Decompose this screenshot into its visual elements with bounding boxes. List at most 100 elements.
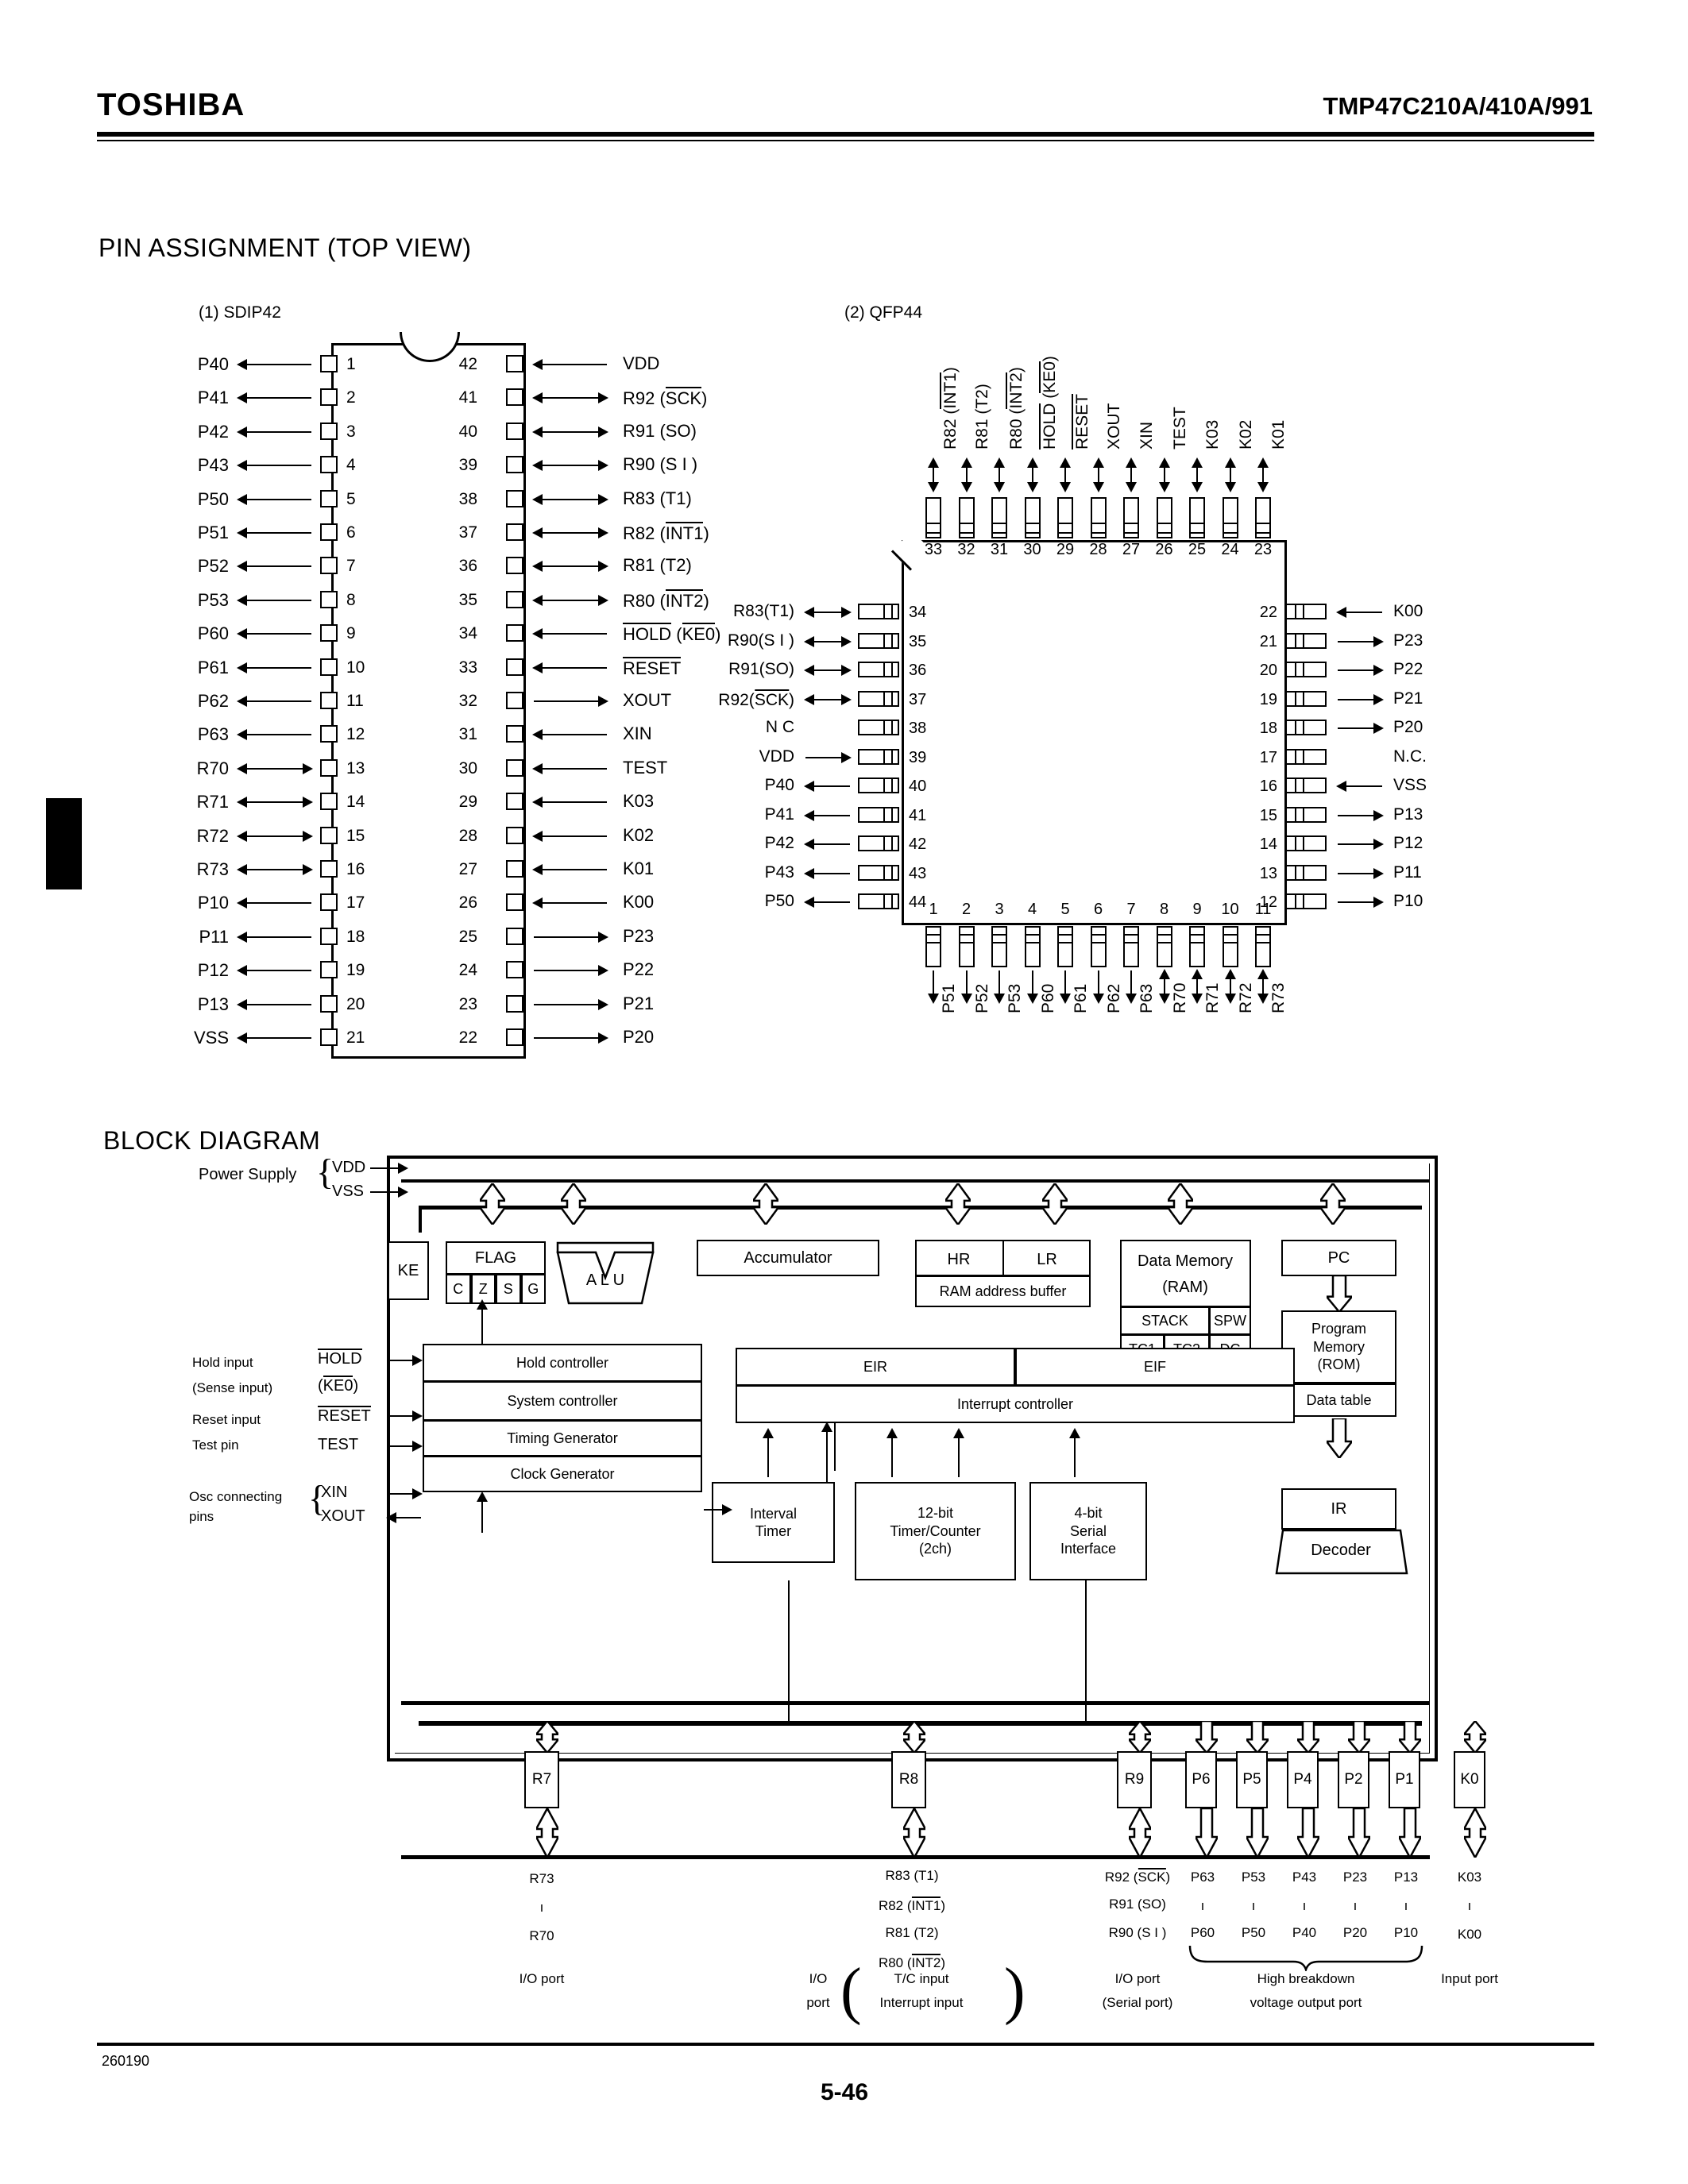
- pin-group-caption-k0: Input port: [1441, 1971, 1498, 1986]
- sdip-right-arrow-30: [534, 767, 607, 770]
- overline-text: INT2: [665, 588, 704, 611]
- sdip-left-arrow-4: [238, 465, 311, 467]
- sdip-pin-right-42: [506, 355, 523, 372]
- port-box-R9: R9: [1117, 1751, 1152, 1808]
- power-supply-brace: {: [316, 1152, 334, 1192]
- sdip-right-arrow-37: [534, 532, 607, 534]
- sdip-left-arrow-9-head-left: [237, 628, 247, 640]
- qfp-pin-number: 42: [909, 835, 927, 853]
- qfp-pin-left-36: [858, 662, 899, 677]
- qfp-pin-label-left-39: VDD: [759, 747, 794, 766]
- sdip-pin-number: 22: [458, 1028, 477, 1047]
- sdip-pin-left-1: [320, 355, 338, 372]
- pin-group-label-k0-1: ı: [1467, 1898, 1472, 1913]
- qfp-pin-top-28: [1090, 497, 1107, 538]
- sdip-left-arrow-13-head-left: [237, 762, 247, 774]
- sdip-left-arrow-6-head-left: [237, 527, 247, 538]
- pin-group-label-hb-dash-4: ı: [1404, 1898, 1408, 1913]
- qfp-top-arrow-27-head-down: [1126, 482, 1137, 492]
- sdip-left-arrow-2: [238, 397, 311, 399]
- sdip-right-arrow-30-head-left: [532, 762, 543, 774]
- qfp-bottom-arrow-7-head-down: [1126, 994, 1137, 1004]
- sdip-left-arrow-20-head-left: [237, 998, 247, 1010]
- margin-mark: [46, 798, 82, 889]
- qfp-left-arrow-36-head-right: [841, 665, 852, 676]
- block-program-memory: Program Memory (ROM): [1281, 1310, 1396, 1383]
- qfp-pin-number: 27: [1122, 541, 1141, 558]
- pin-group-label-r8-1: R82 (INT1): [878, 1897, 946, 1913]
- sdip-right-arrow-35-head-right: [598, 594, 608, 606]
- pin-assignment-heading: PIN ASSIGNMENT (TOP VIEW): [98, 233, 472, 262]
- qfp-pin-left-43: [858, 864, 899, 881]
- sdip-left-arrow-3-head-left: [237, 426, 247, 438]
- port-arrow-top-R8: [903, 1721, 925, 1753]
- qfp-pin-label-left-44: P50: [764, 892, 794, 910]
- port-arrow-top-R7: [536, 1721, 558, 1753]
- sdip-pin-label-30: TEST: [623, 757, 668, 778]
- it-int-arrow-head-up: [763, 1428, 774, 1438]
- flag-bit-S: S: [496, 1274, 521, 1304]
- sdip-right-arrow-42: [534, 364, 607, 365]
- qfp-pin-right-18: [1285, 720, 1327, 735]
- sdip-pin-right-27: [506, 860, 523, 878]
- top-bus-2-left: [419, 1206, 422, 1233]
- qfp-pin-label-top-26: TEST: [1170, 407, 1189, 450]
- datatable-to-ir-arrow: [1327, 1418, 1352, 1458]
- block-accumulator: Accumulator: [697, 1240, 879, 1276]
- sdip-pin-number: 16: [346, 860, 365, 878]
- qfp-pin-number: 31: [990, 541, 1009, 558]
- block-flag: FLAG: [446, 1241, 546, 1275]
- qfp-bottom-arrow-5-head-down: [1060, 994, 1071, 1004]
- sdip-pin-number: 39: [458, 456, 477, 475]
- qfp-top-arrow-30-head-up: [1026, 457, 1038, 468]
- qfp-pin-label-top-31: R80 (INT2): [1006, 367, 1026, 450]
- sdip-right-arrow-41-head-left: [532, 392, 543, 404]
- block-diagram-heading: BLOCK DIAGRAM: [103, 1126, 321, 1155]
- sdip-pin-label-P43: P43: [197, 455, 229, 476]
- sdip-right-arrow-29-head-left: [532, 797, 543, 808]
- block-system-controller: System controller: [423, 1381, 702, 1421]
- sdip-right-arrow-23-head-right: [598, 998, 608, 1010]
- hold-input-label: Hold input: [192, 1355, 253, 1370]
- sdip-pin-number: 40: [458, 422, 477, 441]
- qfp-left-arrow-37-head-right: [841, 693, 852, 705]
- qfp-pin-label-left-40: P40: [764, 776, 794, 794]
- qfp-pin-right-20: [1285, 662, 1327, 677]
- qfp-pin-number: 11: [1254, 901, 1272, 918]
- sdip-pin-left-18: [320, 927, 338, 945]
- sdip-left-arrow-14: [238, 801, 311, 804]
- qfp-pin-label-left-37: R92(SCK): [718, 689, 794, 709]
- sdip-pin-number: 1: [346, 355, 356, 373]
- pin-group-side-io: I/O: [809, 1971, 828, 1986]
- qfp-top-arrow-26-head-up: [1158, 457, 1170, 468]
- sdip-pin-label-34: HOLD (KE0): [623, 623, 721, 645]
- overline-text: SCK: [1138, 1868, 1166, 1885]
- sdip-pin-left-5: [320, 489, 338, 507]
- sdip-right-arrow-26-head-left: [532, 897, 543, 909]
- sdip-pin-left-3: [320, 422, 338, 440]
- pin-group-label-hb-bot-P40: P40: [1292, 1925, 1317, 1940]
- sdip-pin-label-P63: P63: [197, 724, 229, 745]
- qfp-pin-label-left-36: R91(SO): [728, 660, 794, 678]
- sdip-pin-number: 14: [346, 793, 365, 812]
- sdip-pin-left-20: [320, 994, 338, 1013]
- sdip-left-arrow-18-head-left: [237, 931, 247, 943]
- vdd-label: VDD: [332, 1159, 366, 1176]
- sdip-right-arrow-32-head-right: [598, 696, 608, 707]
- qfp-pin-label-bottom-8: R70: [1170, 982, 1189, 1013]
- sdip-right-arrow-36-head-left: [532, 561, 543, 573]
- qfp-top-arrow-24-head-up: [1224, 457, 1236, 468]
- sdip-left-arrow-4-head-left: [237, 460, 247, 472]
- bus-arrow-2: [753, 1183, 778, 1225]
- vss-arrow-head-right: [398, 1187, 408, 1198]
- bus-arrow-1: [561, 1183, 586, 1225]
- qfp-pin-bottom-4: [1024, 926, 1041, 967]
- test-arrow-head-right: [412, 1441, 423, 1452]
- qfp-right-arrow-19-head-right: [1373, 693, 1384, 705]
- sdip-right-arrow-33: [534, 666, 607, 669]
- sdip-right-arrow-22-head-right: [598, 1032, 608, 1044]
- sdip-pin-left-17: [320, 893, 338, 912]
- pin-group-label-hb-top-P43: P43: [1292, 1870, 1317, 1885]
- qfp-pin-number: 37: [909, 690, 927, 708]
- hold-pin-label: HOLD: [318, 1349, 362, 1368]
